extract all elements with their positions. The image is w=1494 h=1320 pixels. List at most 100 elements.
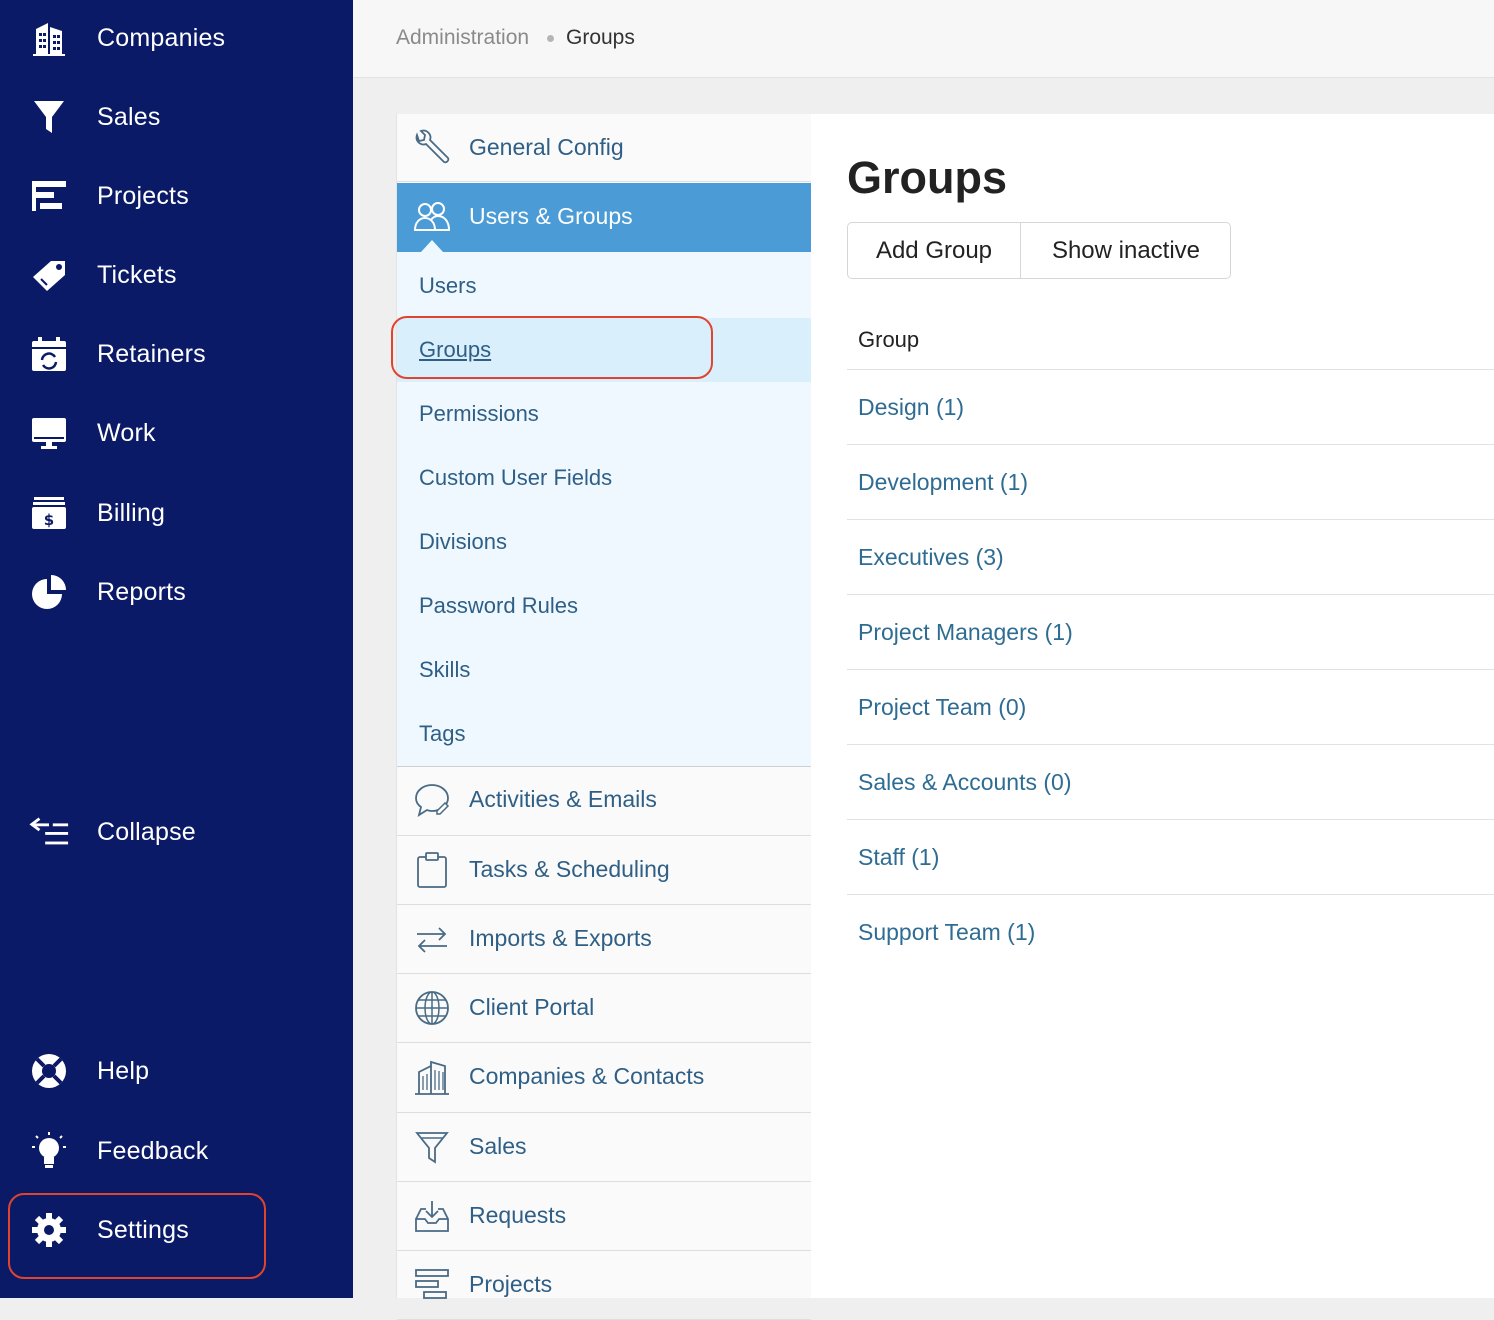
monitor-icon bbox=[28, 412, 70, 454]
group-column-header[interactable]: Group bbox=[858, 327, 919, 353]
submenu-skills[interactable]: Skills bbox=[419, 657, 470, 683]
menu-imports-exports-label: Imports & Exports bbox=[469, 925, 652, 951]
svg-text:$: $ bbox=[44, 511, 54, 529]
menu-projects[interactable]: Projects bbox=[397, 1251, 811, 1320]
breadcrumb-parent[interactable]: Administration bbox=[396, 26, 529, 50]
menu-sales[interactable]: Sales bbox=[397, 1113, 811, 1182]
table-row: Staff (1) bbox=[847, 819, 1494, 894]
table-row: Project Team (0) bbox=[847, 669, 1494, 744]
nav-tickets-label: Tickets bbox=[97, 260, 177, 289]
active-caret-icon bbox=[421, 240, 443, 252]
inbox-icon bbox=[413, 1197, 451, 1235]
nav-billing-label: Billing bbox=[97, 498, 166, 527]
group-link[interactable]: Design (1) bbox=[858, 394, 964, 421]
building-icon bbox=[28, 17, 70, 59]
menu-tasks-scheduling[interactable]: Tasks & Scheduling bbox=[397, 836, 811, 905]
menu-general-config-label: General Config bbox=[469, 134, 624, 160]
nav-help[interactable]: Help bbox=[0, 1041, 353, 1101]
menu-activities-emails-label: Activities & Emails bbox=[469, 786, 657, 812]
nav-retainers[interactable]: Retainers bbox=[0, 324, 353, 384]
menu-users-groups[interactable]: Users & Groups bbox=[397, 183, 811, 252]
action-button-group: Add Group Show inactive bbox=[847, 222, 1231, 279]
table-row: Sales & Accounts (0) bbox=[847, 744, 1494, 819]
group-link[interactable]: Project Team (0) bbox=[858, 694, 1026, 721]
nav-reports-label: Reports bbox=[97, 577, 186, 606]
menu-general-config[interactable]: General Config bbox=[397, 114, 811, 182]
table-row: Executives (3) bbox=[847, 519, 1494, 594]
table-row: Project Managers (1) bbox=[847, 594, 1494, 669]
menu-client-portal-label: Client Portal bbox=[469, 994, 595, 1020]
wrench-icon bbox=[413, 129, 451, 167]
nav-retainers-label: Retainers bbox=[97, 339, 206, 368]
add-group-button[interactable]: Add Group bbox=[848, 223, 1021, 278]
collapse-button[interactable]: Collapse bbox=[0, 802, 353, 862]
nav-work[interactable]: Work bbox=[0, 403, 353, 463]
submenu-divisions[interactable]: Divisions bbox=[419, 529, 507, 555]
admin-menu: General Config Users & Groups Users Grou… bbox=[396, 114, 812, 1320]
table-row: Design (1) bbox=[847, 369, 1494, 444]
group-link[interactable]: Sales & Accounts (0) bbox=[858, 769, 1072, 796]
gantt-icon bbox=[28, 175, 70, 217]
nav-projects[interactable]: Projects bbox=[0, 166, 353, 226]
menu-requests-label: Requests bbox=[469, 1202, 567, 1228]
funnel-icon bbox=[28, 96, 70, 138]
menu-companies-contacts[interactable]: Companies & Contacts bbox=[397, 1043, 811, 1113]
nav-companies[interactable]: Companies bbox=[0, 8, 353, 68]
nav-reports[interactable]: Reports bbox=[0, 562, 353, 622]
show-inactive-button[interactable]: Show inactive bbox=[1021, 223, 1231, 278]
submenu-permissions[interactable]: Permissions bbox=[419, 401, 539, 427]
billing-icon: $ bbox=[28, 492, 70, 534]
menu-users-groups-label: Users & Groups bbox=[469, 203, 633, 229]
group-link[interactable]: Executives (3) bbox=[858, 544, 1004, 571]
submenu-tags[interactable]: Tags bbox=[419, 721, 465, 747]
nav-tickets[interactable]: Tickets bbox=[0, 245, 353, 305]
group-link[interactable]: Support Team (1) bbox=[858, 919, 1035, 946]
nav-companies-label: Companies bbox=[97, 23, 226, 52]
submenu-password-rules[interactable]: Password Rules bbox=[419, 593, 578, 619]
funnel-icon bbox=[413, 1128, 451, 1166]
group-link[interactable]: Staff (1) bbox=[858, 844, 939, 871]
nav-feedback[interactable]: Feedback bbox=[0, 1121, 353, 1181]
nav-sales[interactable]: Sales bbox=[0, 87, 353, 147]
menu-tasks-scheduling-label: Tasks & Scheduling bbox=[469, 856, 670, 882]
users-icon bbox=[413, 200, 451, 238]
submenu-users[interactable]: Users bbox=[419, 273, 476, 299]
menu-requests[interactable]: Requests bbox=[397, 1182, 811, 1251]
menu-activities-emails[interactable]: Activities & Emails bbox=[397, 766, 811, 836]
lifebuoy-icon bbox=[28, 1050, 70, 1092]
submenu-custom-user-fields[interactable]: Custom User Fields bbox=[419, 465, 612, 491]
arrows-exchange-icon bbox=[413, 920, 451, 958]
nav-projects-label: Projects bbox=[97, 181, 189, 210]
group-link[interactable]: Development (1) bbox=[858, 469, 1028, 496]
clipboard-icon bbox=[413, 851, 451, 889]
menu-client-portal[interactable]: Client Portal bbox=[397, 974, 811, 1043]
breadcrumb-separator bbox=[547, 35, 554, 42]
nav-billing[interactable]: $ Billing bbox=[0, 483, 353, 543]
speech-bubble-icon bbox=[413, 781, 451, 819]
building-icon bbox=[413, 1058, 451, 1096]
lightbulb-icon bbox=[28, 1130, 70, 1172]
settings-highlight bbox=[8, 1193, 266, 1279]
group-link[interactable]: Project Managers (1) bbox=[858, 619, 1073, 646]
ticket-tag-icon bbox=[28, 254, 70, 296]
menu-sales-label: Sales bbox=[469, 1133, 527, 1159]
groups-highlight bbox=[391, 316, 713, 379]
table-row: Support Team (1) bbox=[847, 894, 1494, 969]
menu-imports-exports[interactable]: Imports & Exports bbox=[397, 905, 811, 974]
nav-work-label: Work bbox=[97, 418, 156, 447]
main-sidebar: Companies Sales Projects Tickets Retaine… bbox=[0, 0, 353, 1298]
nav-help-label: Help bbox=[97, 1056, 150, 1085]
nav-sales-label: Sales bbox=[97, 102, 161, 131]
page-title: Groups bbox=[847, 152, 1008, 203]
pie-chart-icon bbox=[28, 571, 70, 613]
main-content: Groups Add Group Show inactive Group Des… bbox=[811, 114, 1494, 1298]
globe-icon bbox=[413, 989, 451, 1027]
collapse-icon bbox=[28, 811, 70, 853]
table-row: Development (1) bbox=[847, 444, 1494, 519]
collapse-label: Collapse bbox=[97, 817, 196, 846]
breadcrumb-current: Groups bbox=[566, 26, 635, 49]
nav-feedback-label: Feedback bbox=[97, 1136, 209, 1165]
calendar-refresh-icon bbox=[28, 333, 70, 375]
menu-companies-contacts-label: Companies & Contacts bbox=[469, 1063, 705, 1089]
menu-projects-label: Projects bbox=[469, 1271, 553, 1297]
